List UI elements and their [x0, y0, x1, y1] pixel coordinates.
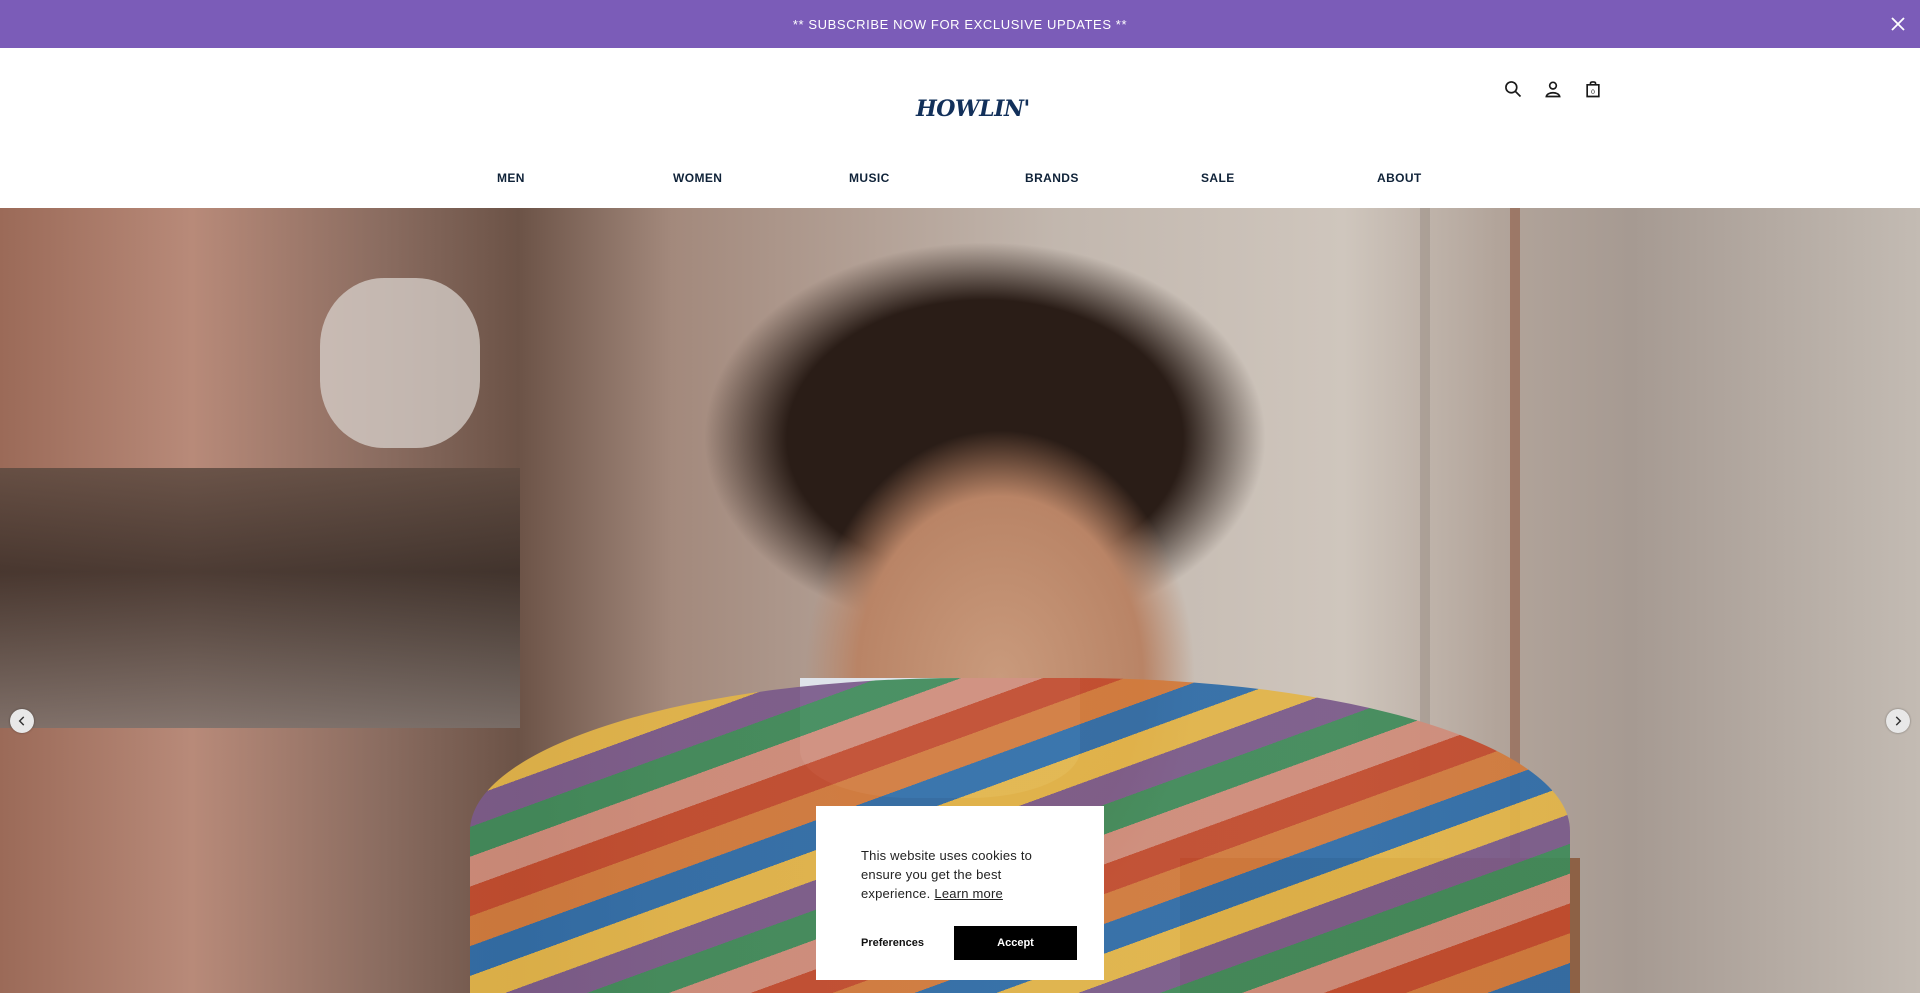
search-icon[interactable]	[1502, 78, 1524, 100]
hero-wall-patch	[320, 278, 480, 448]
announcement-text[interactable]: ** SUBSCRIBE NOW FOR EXCLUSIVE UPDATES *…	[793, 17, 1127, 32]
chevron-left-icon	[18, 716, 25, 726]
cart-icon[interactable]: 0	[1582, 78, 1604, 100]
site-header: HOWLIN' 0 MEN WOMEN MUSIC BRANDS SALE AB…	[0, 48, 1920, 208]
cookie-message: This website uses cookies to ensure you …	[861, 846, 1060, 903]
cookie-banner: This website uses cookies to ensure you …	[816, 806, 1104, 980]
carousel-next-button[interactable]	[1886, 709, 1910, 733]
nav-item-about[interactable]: ABOUT	[1377, 171, 1422, 185]
announcement-bar: ** SUBSCRIBE NOW FOR EXCLUSIVE UPDATES *…	[0, 0, 1920, 48]
nav-item-music[interactable]: MUSIC	[849, 171, 890, 185]
cart-count: 0	[1591, 89, 1595, 96]
cookie-learn-more-link[interactable]: Learn more	[934, 886, 1002, 901]
cookie-preferences-button[interactable]: Preferences	[861, 937, 938, 949]
account-icon[interactable]	[1542, 78, 1564, 100]
logo[interactable]: HOWLIN'	[916, 96, 1030, 126]
nav-item-sale[interactable]: SALE	[1201, 171, 1235, 185]
hero-wall-shadow	[0, 468, 520, 728]
close-icon[interactable]	[1886, 12, 1910, 36]
carousel-prev-button[interactable]	[10, 709, 34, 733]
cookie-accept-button[interactable]: Accept	[954, 926, 1077, 960]
chevron-right-icon	[1895, 716, 1902, 726]
cookie-actions: Preferences Accept	[861, 926, 1083, 960]
header-icons: 0	[1502, 78, 1604, 100]
nav-item-women[interactable]: WOMEN	[673, 171, 722, 185]
nav-item-men[interactable]: MEN	[497, 171, 525, 185]
nav-item-brands[interactable]: BRANDS	[1025, 171, 1079, 185]
logo-text: HOWLIN'	[916, 96, 1030, 122]
main-nav: MEN WOMEN MUSIC BRANDS SALE ABOUT	[0, 171, 1920, 197]
